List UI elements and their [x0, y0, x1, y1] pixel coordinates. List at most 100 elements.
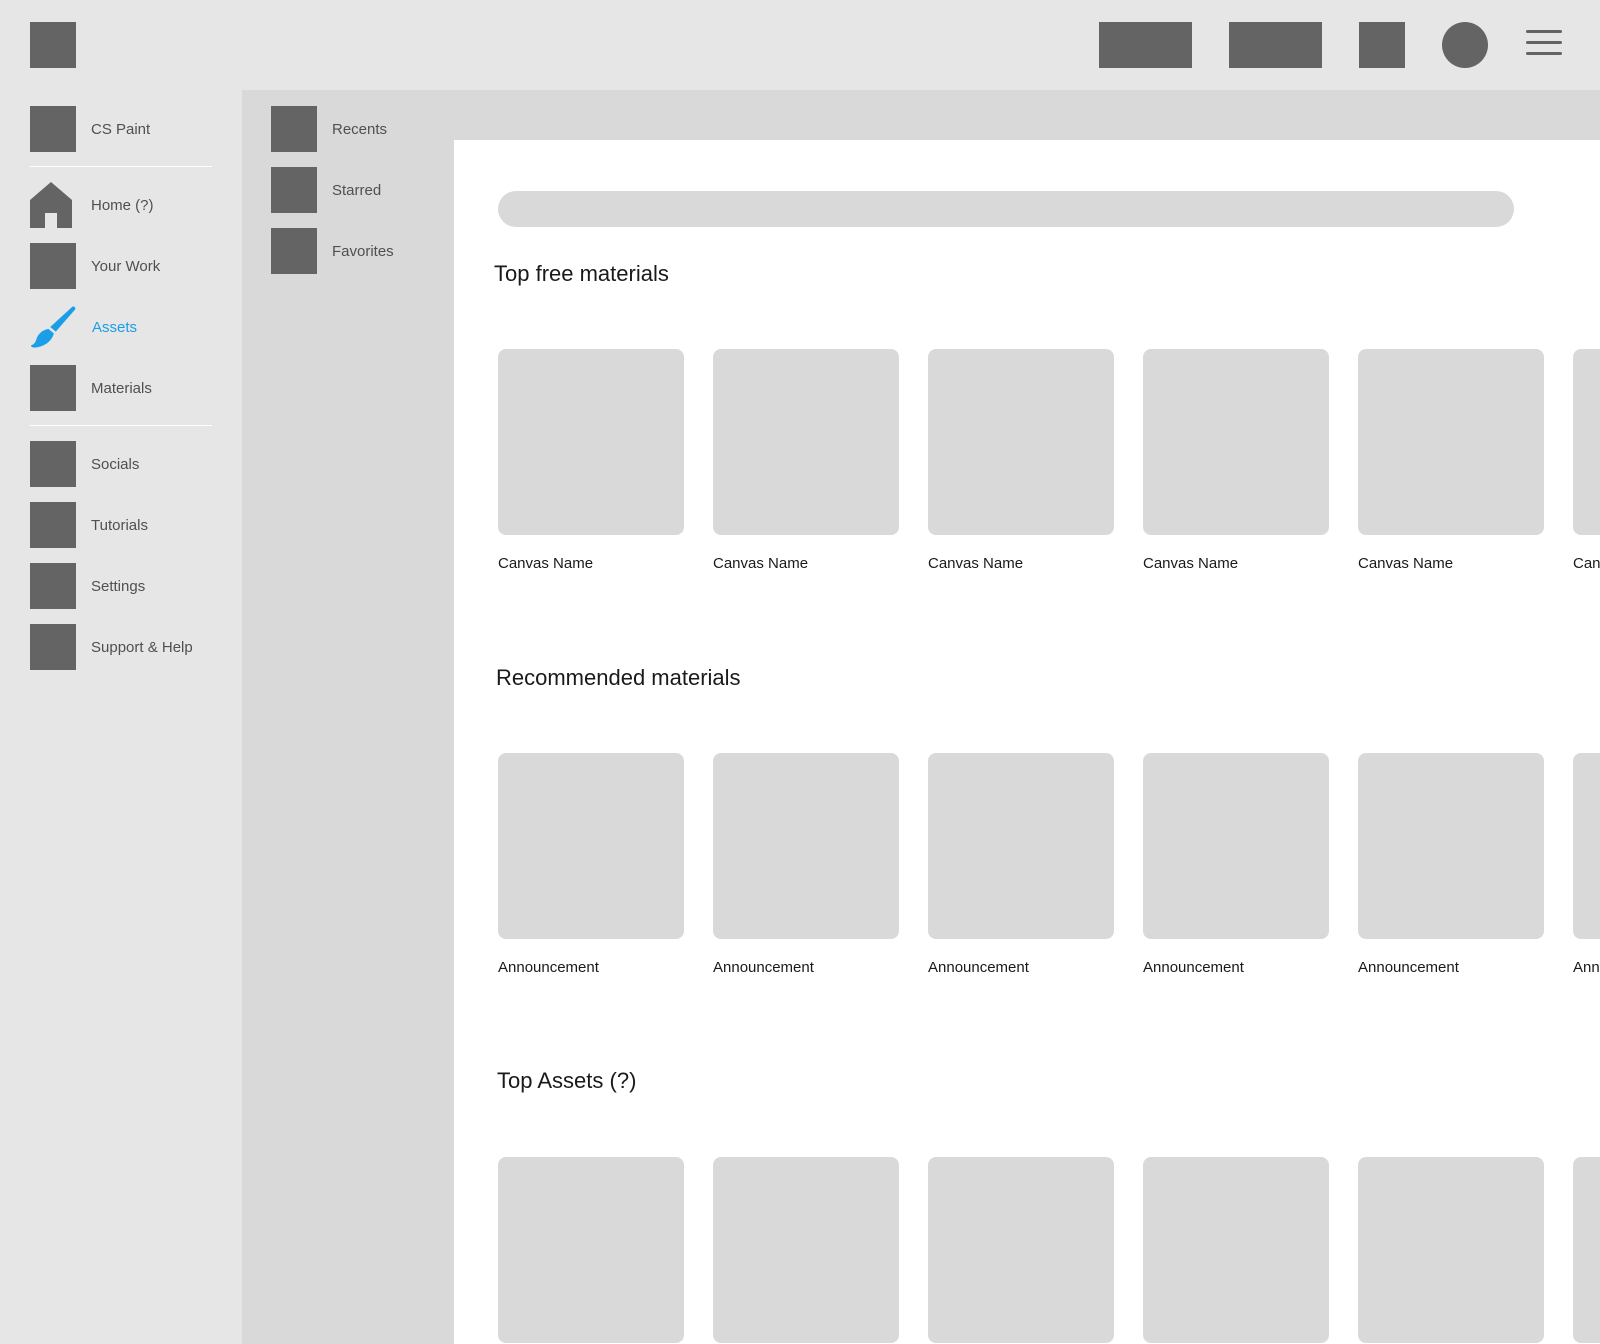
announcement-card[interactable]: Announcement	[1358, 753, 1544, 976]
card-label: Canvas Name	[1573, 555, 1600, 572]
toolbar-button-1[interactable]	[1099, 22, 1192, 68]
menu-line	[1526, 52, 1562, 55]
card-thumbnail	[1358, 753, 1544, 939]
search-input[interactable]	[498, 191, 1514, 227]
subpanel-item-recents[interactable]: Recents	[271, 106, 387, 152]
sidebar-item-label: CS Paint	[91, 120, 151, 138]
starred-icon	[271, 167, 317, 213]
card-row-recommended-materials: Announcement Announcement Announcement A…	[498, 753, 1600, 993]
announcement-card[interactable]: Announcement	[713, 753, 899, 976]
sidebar-item-label: Settings	[91, 577, 146, 595]
card-thumbnail	[498, 349, 684, 535]
subpanel-item-label: Recents	[332, 120, 388, 138]
subpanel-item-starred[interactable]: Starred	[271, 167, 381, 213]
card-label: Announcement	[1358, 959, 1459, 976]
card-thumbnail	[928, 349, 1114, 535]
your-work-icon	[30, 243, 76, 289]
paintbrush-icon	[30, 304, 76, 350]
tutorials-icon	[30, 502, 76, 548]
card-label: Canvas Name	[713, 555, 809, 572]
asset-card[interactable]	[1358, 1157, 1544, 1343]
sidebar-item-label: Tutorials	[91, 516, 148, 534]
sidebar-item-label: Materials	[91, 379, 152, 397]
materials-icon	[30, 365, 76, 411]
asset-card[interactable]	[1143, 1157, 1329, 1343]
sidebar-item-label: Assets	[92, 318, 138, 336]
card-label: Announcement	[928, 959, 1029, 976]
card-thumbnail	[1573, 349, 1600, 535]
material-card[interactable]: Canvas Name	[713, 349, 899, 572]
asset-card[interactable]	[713, 1157, 899, 1343]
material-card[interactable]: Canvas Name	[928, 349, 1114, 572]
material-card[interactable]: Canvas Name	[1143, 349, 1329, 572]
card-thumbnail	[1358, 349, 1544, 535]
menu-line	[1526, 30, 1562, 33]
card-label: Canvas Name	[1358, 555, 1454, 572]
toolbar-button-2[interactable]	[1229, 22, 1322, 68]
sidebar-item-label: Your Work	[91, 257, 161, 275]
subpanel-item-favorites[interactable]: Favorites	[271, 228, 394, 274]
section-title-recommended-materials: Recommended materials	[496, 665, 741, 690]
settings-icon	[30, 563, 76, 609]
sidebar-item-socials[interactable]: Socials	[30, 441, 230, 487]
sidebar-item-assets[interactable]: Assets	[30, 304, 230, 350]
announcement-card[interactable]: Announcement	[928, 753, 1114, 976]
card-thumbnail	[1143, 1157, 1329, 1343]
main-content: Top free materials Canvas Name Canvas Na…	[454, 140, 1600, 1344]
hamburger-menu-icon[interactable]	[1526, 30, 1562, 60]
sidebar-item-cs-paint[interactable]: CS Paint	[30, 106, 230, 152]
home-icon	[30, 182, 76, 228]
material-card[interactable]: Canvas Name	[1573, 349, 1600, 572]
card-label: Announcement	[1573, 959, 1600, 976]
menu-line	[1526, 41, 1562, 44]
sidebar-item-support-help[interactable]: Support & Help	[30, 624, 230, 670]
card-thumbnail	[498, 753, 684, 939]
sidebar-item-label: Home (?)	[91, 196, 154, 214]
asset-card[interactable]	[928, 1157, 1114, 1343]
card-label: Announcement	[713, 959, 814, 976]
sidebar-item-your-work[interactable]: Your Work	[30, 243, 230, 289]
card-row-top-assets	[498, 1157, 1600, 1344]
subpanel-item-label: Favorites	[332, 242, 394, 260]
card-thumbnail	[1358, 1157, 1544, 1343]
announcement-card[interactable]: Announcement	[498, 753, 684, 976]
sidebar-item-settings[interactable]: Settings	[30, 563, 230, 609]
announcement-card[interactable]: Announcement	[1143, 753, 1329, 976]
sidebar-divider	[30, 166, 212, 167]
asset-card[interactable]	[498, 1157, 684, 1343]
sidebar-item-label: Support & Help	[91, 638, 193, 656]
card-thumbnail	[1143, 753, 1329, 939]
asset-card[interactable]	[1573, 1157, 1600, 1343]
sidebar: CS Paint Home (?) Your Work Assets Mater…	[0, 90, 242, 1344]
section-title-top-free-materials: Top free materials	[494, 261, 669, 286]
card-row-top-free-materials: Canvas Name Canvas Name Canvas Name Canv…	[498, 349, 1600, 589]
cs-paint-logo-icon	[30, 106, 76, 152]
sidebar-item-tutorials[interactable]: Tutorials	[30, 502, 230, 548]
card-label: Announcement	[498, 959, 599, 976]
toolbar-button-3[interactable]	[1359, 22, 1405, 68]
socials-icon	[30, 441, 76, 487]
app-logo[interactable]	[30, 22, 76, 68]
card-thumbnail	[1143, 349, 1329, 535]
card-label: Canvas Name	[928, 555, 1024, 572]
subpanel-item-label: Starred	[332, 181, 382, 199]
support-help-icon	[30, 624, 76, 670]
material-card[interactable]: Canvas Name	[1358, 349, 1544, 572]
card-thumbnail	[1573, 1157, 1600, 1343]
card-label: Canvas Name	[498, 555, 594, 572]
material-card[interactable]: Canvas Name	[498, 349, 684, 572]
card-thumbnail	[928, 753, 1114, 939]
favorites-icon	[271, 228, 317, 274]
card-thumbnail	[713, 753, 899, 939]
top-bar	[0, 0, 1600, 90]
recents-icon	[271, 106, 317, 152]
sidebar-item-home[interactable]: Home (?)	[30, 182, 230, 228]
card-thumbnail	[1573, 753, 1600, 939]
sidebar-divider	[30, 425, 212, 426]
avatar[interactable]	[1442, 22, 1488, 68]
sidebar-item-materials[interactable]: Materials	[30, 365, 230, 411]
card-thumbnail	[713, 349, 899, 535]
announcement-card[interactable]: Announcement	[1573, 753, 1600, 976]
section-title-top-assets: Top Assets (?)	[497, 1068, 637, 1093]
card-label: Announcement	[1143, 959, 1244, 976]
